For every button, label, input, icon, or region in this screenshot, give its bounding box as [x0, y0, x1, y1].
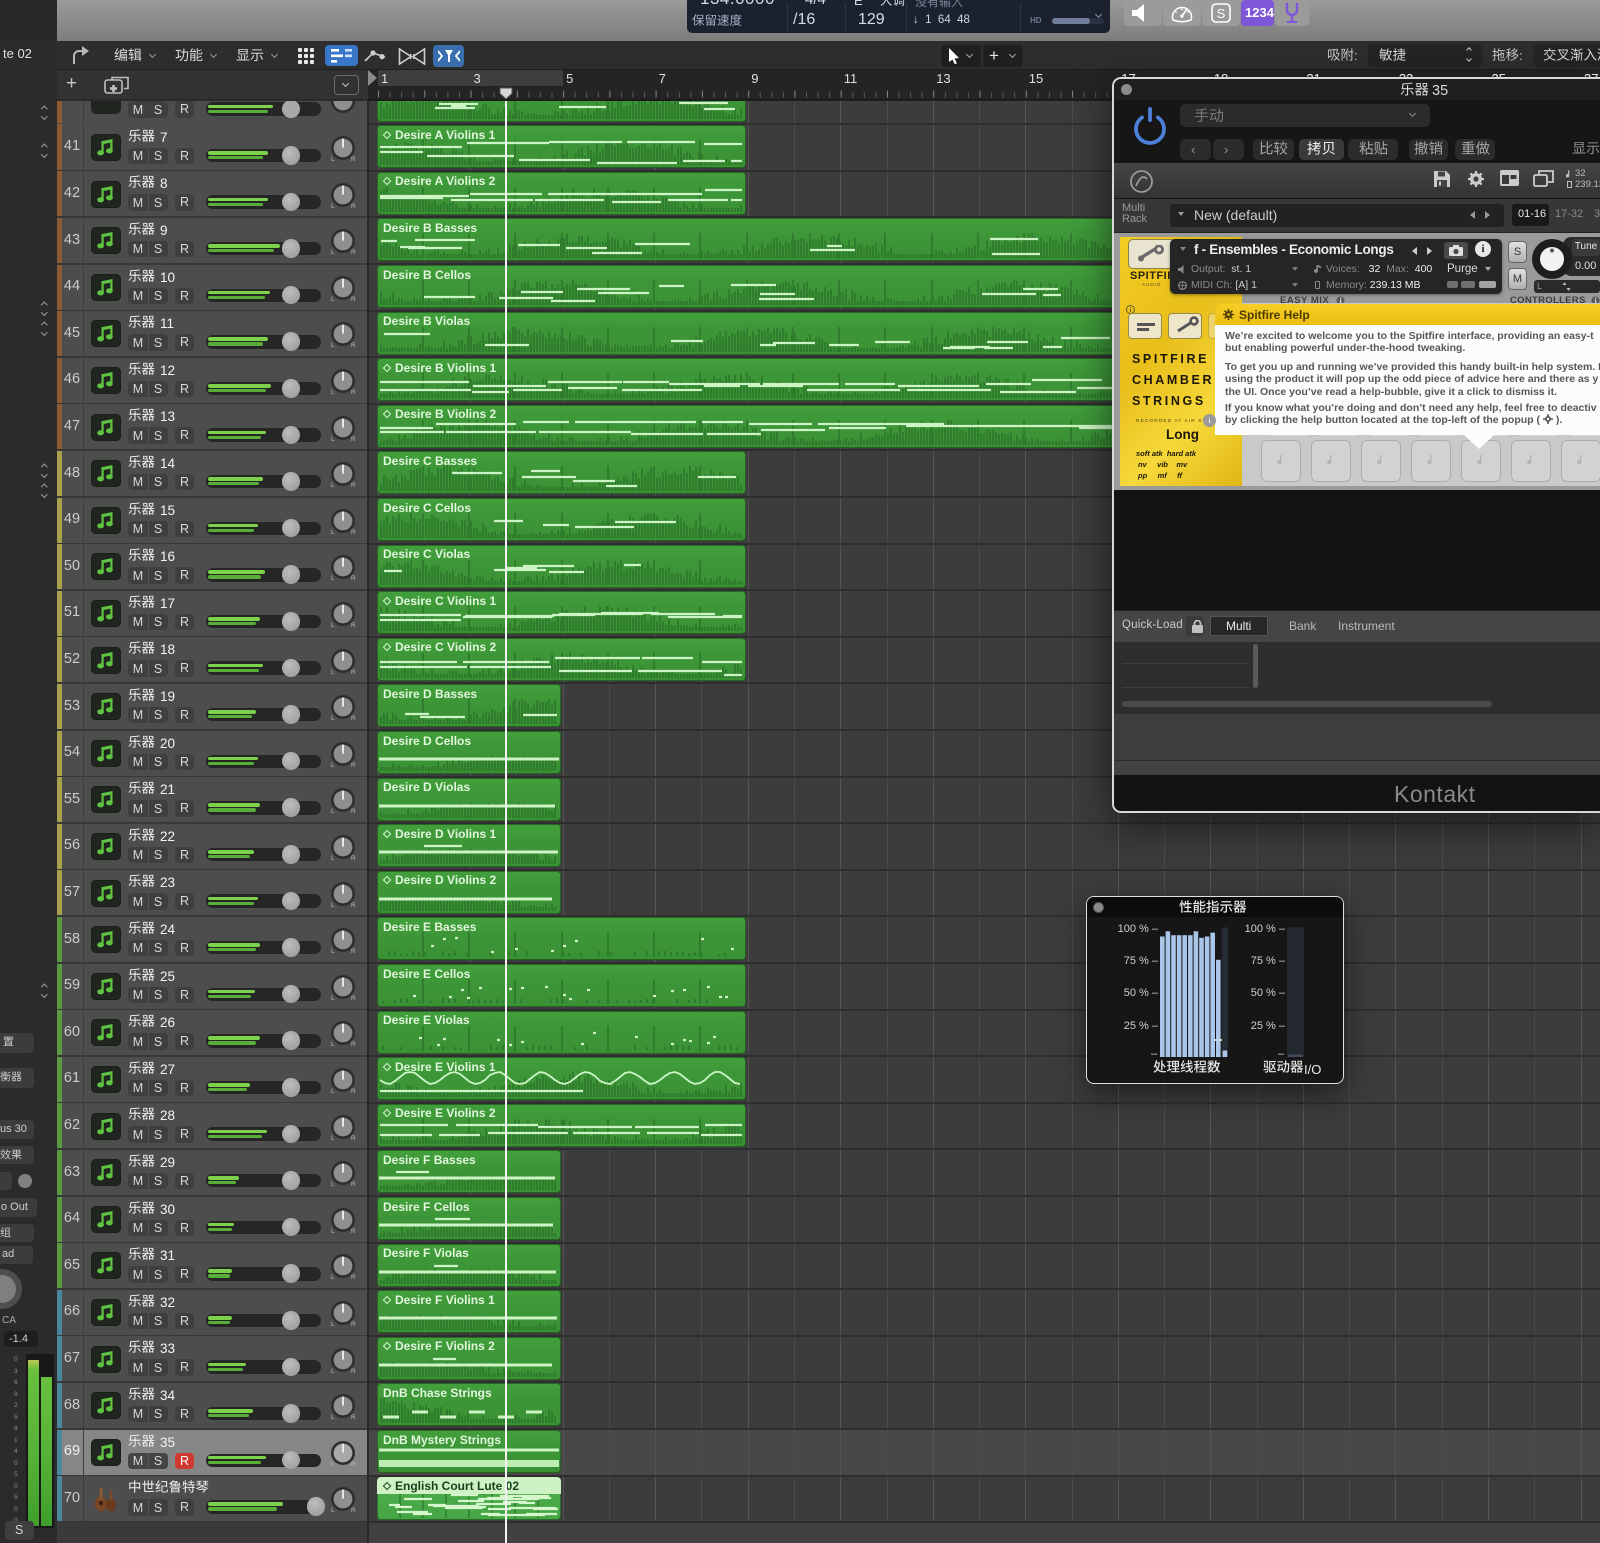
svg-text:S: S	[1217, 6, 1226, 21]
